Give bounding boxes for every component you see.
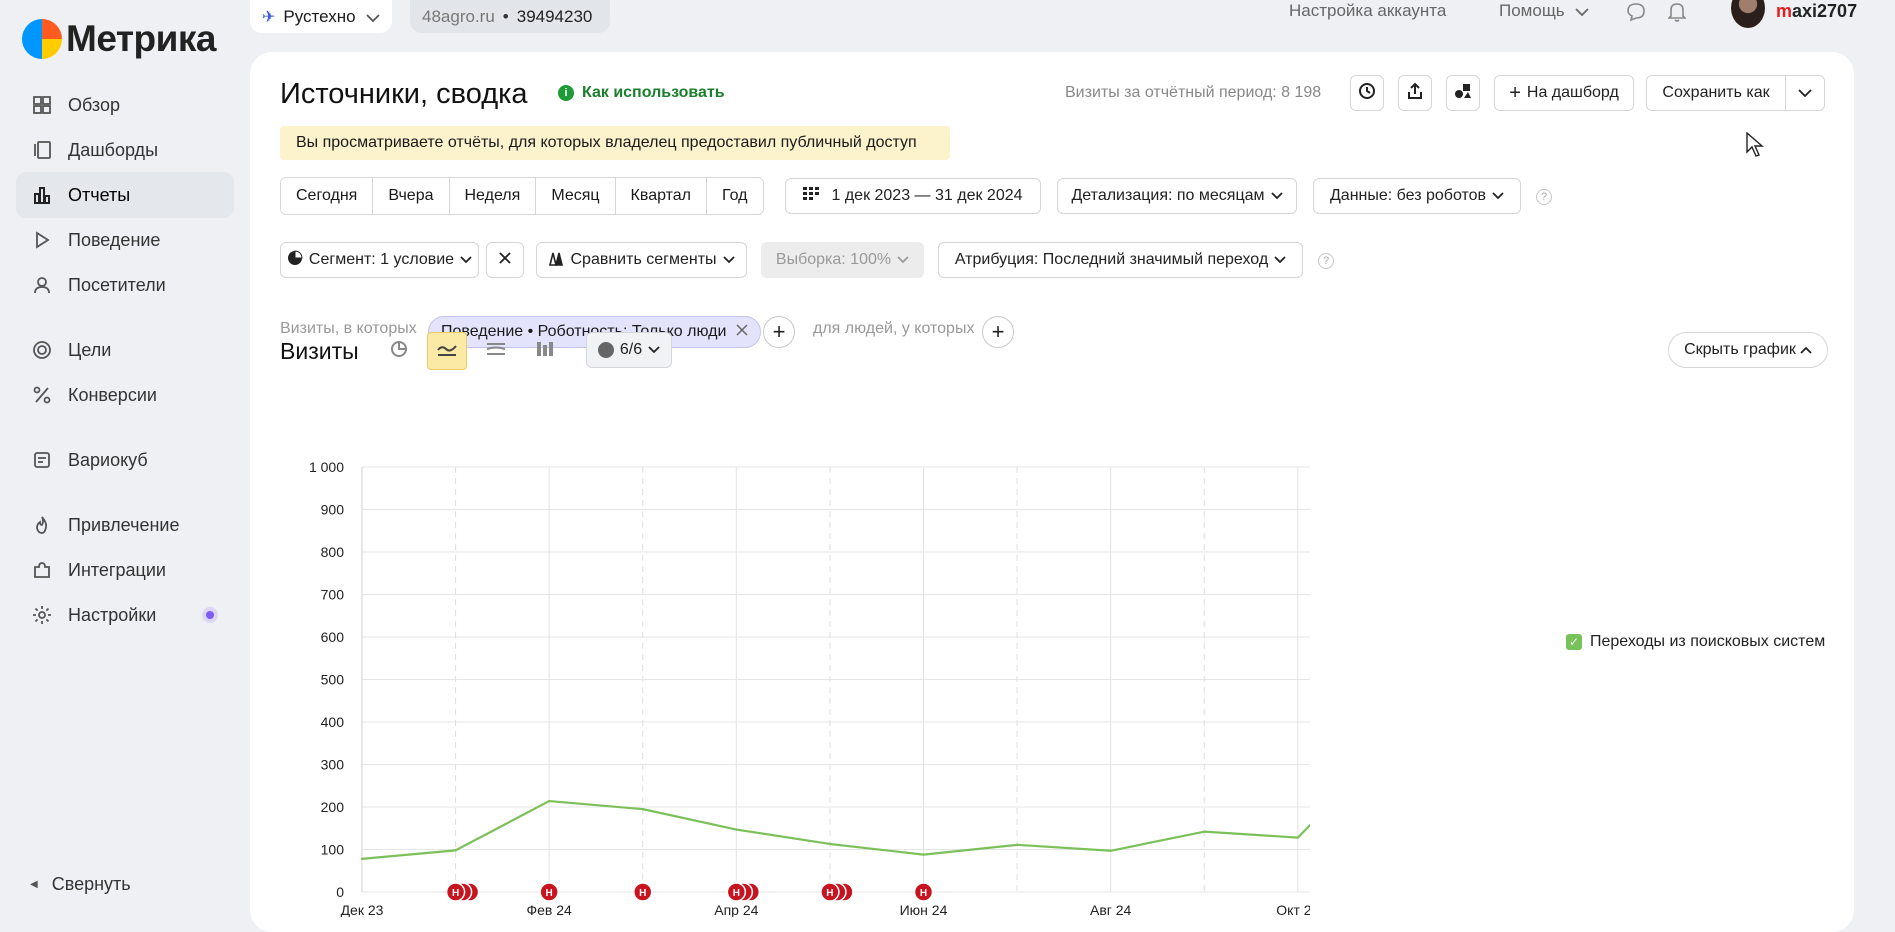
data-point: [922, 853, 925, 856]
data-point: [641, 807, 644, 811]
annotation-label: Н: [826, 888, 833, 899]
account-settings-link[interactable]: Настройка аккаунта: [1289, 0, 1446, 22]
y-tick-label: 900: [321, 502, 345, 518]
data-point: [1109, 849, 1112, 852]
x-tick-label: Фев 24: [526, 902, 572, 917]
data-point: [360, 857, 364, 861]
chevron-down-icon: [1492, 187, 1504, 205]
account-settings-label: Настройка аккаунта: [1289, 1, 1447, 20]
data-point: [828, 842, 832, 846]
y-tick-label: 800: [321, 544, 345, 560]
hide-chart-label: Скрыть график: [1684, 341, 1796, 358]
x-tick-label: Окт 24: [1276, 902, 1310, 917]
y-tick-label: 1 000: [309, 459, 344, 475]
x-tick-label: Дек 23: [341, 902, 384, 917]
chevron-down-icon: [1798, 84, 1812, 102]
help-icon[interactable]: ?: [1318, 253, 1334, 269]
chart-legend: ✓ Переходы из поисковых систем: [1566, 633, 1825, 651]
y-tick-label: 500: [321, 672, 345, 688]
y-tick-label: 600: [321, 629, 345, 645]
data-point: [1015, 843, 1019, 847]
x-tick-label: Авг 24: [1090, 902, 1132, 917]
y-tick-label: 700: [321, 587, 345, 603]
y-tick-label: 200: [321, 799, 345, 815]
save-as-label: Сохранить как: [1662, 84, 1770, 101]
share-icon: [1406, 82, 1424, 105]
y-tick-label: 400: [321, 714, 345, 730]
add-to-dashboard-label: На дашборд: [1526, 84, 1619, 101]
chat-icon[interactable]: [1626, 1, 1646, 23]
export-button[interactable]: [1398, 75, 1432, 111]
save-options-button[interactable]: [1785, 75, 1825, 111]
annotation-label: Н: [639, 888, 646, 899]
x-tick-label: Июн 24: [900, 902, 948, 917]
save-as-button[interactable]: Сохранить как: [1646, 75, 1786, 111]
history-button[interactable]: [1350, 75, 1384, 111]
avatar[interactable]: [1731, 0, 1765, 28]
data-point: [547, 799, 551, 803]
visits-chart: 0 100 200 300 400 500 600 700 800 900 1 000 Дек 23 Ф…: [309, 459, 1310, 917]
annotation-label: Н: [733, 888, 740, 899]
username-rest: axi2707: [1792, 0, 1858, 21]
data-point: [1203, 830, 1206, 833]
chevron-up-icon: [1800, 341, 1812, 359]
annotation-label: Н: [452, 888, 459, 899]
series-line: [361, 799, 1310, 860]
visualization-button[interactable]: [1446, 75, 1480, 111]
help-icon[interactable]: ?: [1536, 189, 1552, 205]
plus-icon: +: [1509, 81, 1521, 104]
clock-icon: [1358, 82, 1376, 105]
y-tick-label: 300: [321, 757, 345, 773]
shapes-icon: [1454, 82, 1472, 105]
username-first: m: [1776, 0, 1793, 21]
legend-checkbox[interactable]: ✓: [1566, 634, 1582, 650]
chevron-down-icon: [1575, 1, 1589, 21]
data-point: [1296, 836, 1300, 839]
annotation-label: Н: [546, 888, 553, 899]
hide-chart-button[interactable]: Скрыть график: [1668, 332, 1828, 368]
x-tick-label: Апр 24: [714, 902, 758, 917]
y-tick-label: 100: [321, 842, 345, 858]
data-point: [735, 828, 738, 831]
annotation-label: Н: [920, 888, 927, 899]
y-tick-label: 0: [336, 884, 344, 900]
help-label: Помощь: [1499, 1, 1565, 20]
add-to-dashboard-button[interactable]: + На дашборд: [1494, 75, 1634, 111]
username[interactable]: m axi2707: [1776, 0, 1857, 22]
data-point: [454, 849, 457, 852]
legend-series-label: Переходы из поисковых систем: [1590, 633, 1826, 650]
data-dropdown[interactable]: Данные: без роботов: [1313, 178, 1521, 214]
data-label: Данные: без роботов: [1329, 187, 1487, 204]
cursor-icon: [1746, 132, 1764, 157]
bell-icon[interactable]: [1668, 1, 1686, 23]
help-menu[interactable]: Помощь: [1499, 0, 1589, 22]
